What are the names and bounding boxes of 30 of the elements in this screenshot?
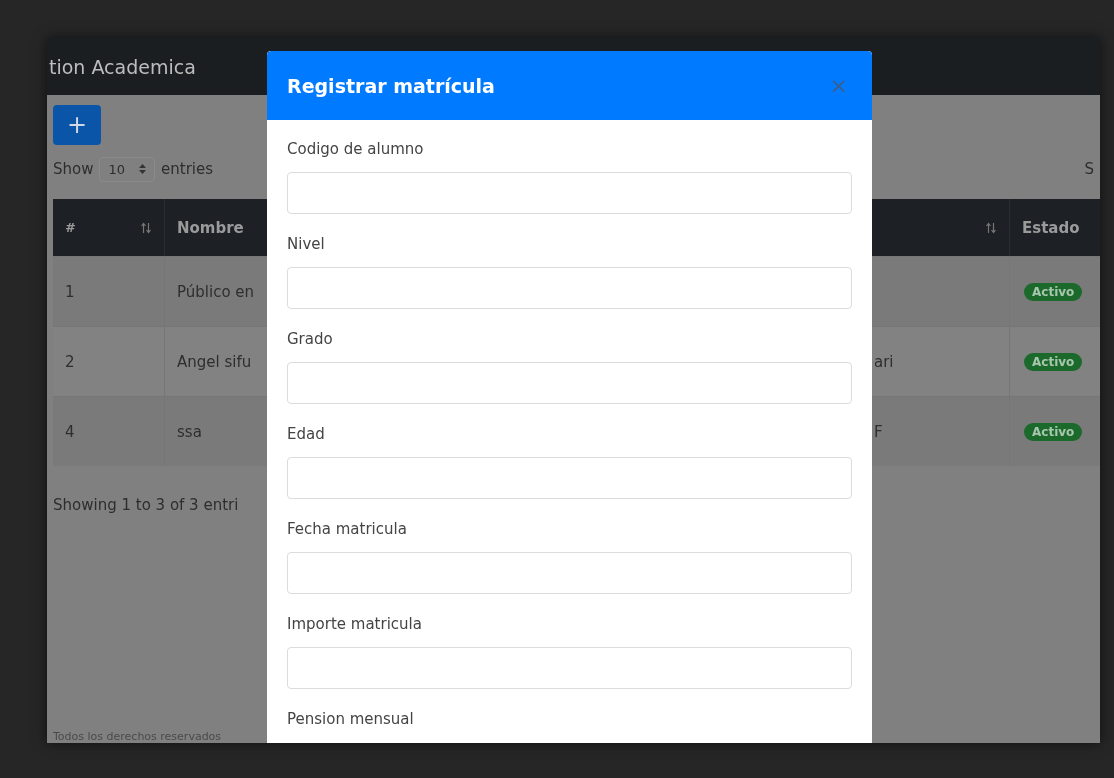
field-label: Codigo de alumno bbox=[287, 140, 425, 160]
field-label: Importe matricula bbox=[287, 615, 423, 635]
show-label: Show bbox=[53, 160, 94, 178]
search-label: S bbox=[1084, 160, 1094, 178]
table-cell: 4 bbox=[53, 396, 165, 466]
input-field[interactable] bbox=[287, 172, 852, 214]
input-field[interactable] bbox=[287, 552, 852, 594]
column-header[interactable]: # bbox=[53, 199, 165, 256]
input-field[interactable] bbox=[287, 647, 852, 689]
field-label: Grado bbox=[287, 330, 334, 350]
updown-icon bbox=[139, 164, 147, 174]
table-cell: 1 bbox=[53, 256, 165, 326]
entries-label: entries bbox=[161, 160, 214, 178]
add-button[interactable]: + bbox=[53, 105, 101, 145]
field-label: Nivel bbox=[287, 235, 326, 255]
status-badge: Activo bbox=[1024, 422, 1083, 441]
column-header[interactable]: Estado bbox=[1010, 199, 1100, 256]
app-title: tion Academica bbox=[49, 55, 196, 78]
modal-title: Registrar matrícula bbox=[287, 74, 495, 97]
field-label: Edad bbox=[287, 425, 326, 445]
entries-select[interactable]: 10 bbox=[99, 156, 156, 182]
status-badge: Activo bbox=[1024, 282, 1083, 301]
status-badge: Activo bbox=[1024, 352, 1083, 371]
field-label: Fecha matricula bbox=[287, 520, 408, 540]
input-field[interactable] bbox=[287, 457, 852, 499]
input-field[interactable] bbox=[287, 267, 852, 309]
entries-info: Showing 1 to 3 of 3 entri bbox=[53, 496, 240, 514]
field-label: Pension mensual bbox=[287, 710, 415, 730]
input-field[interactable] bbox=[287, 362, 852, 404]
table-cell: 2 bbox=[53, 326, 165, 396]
